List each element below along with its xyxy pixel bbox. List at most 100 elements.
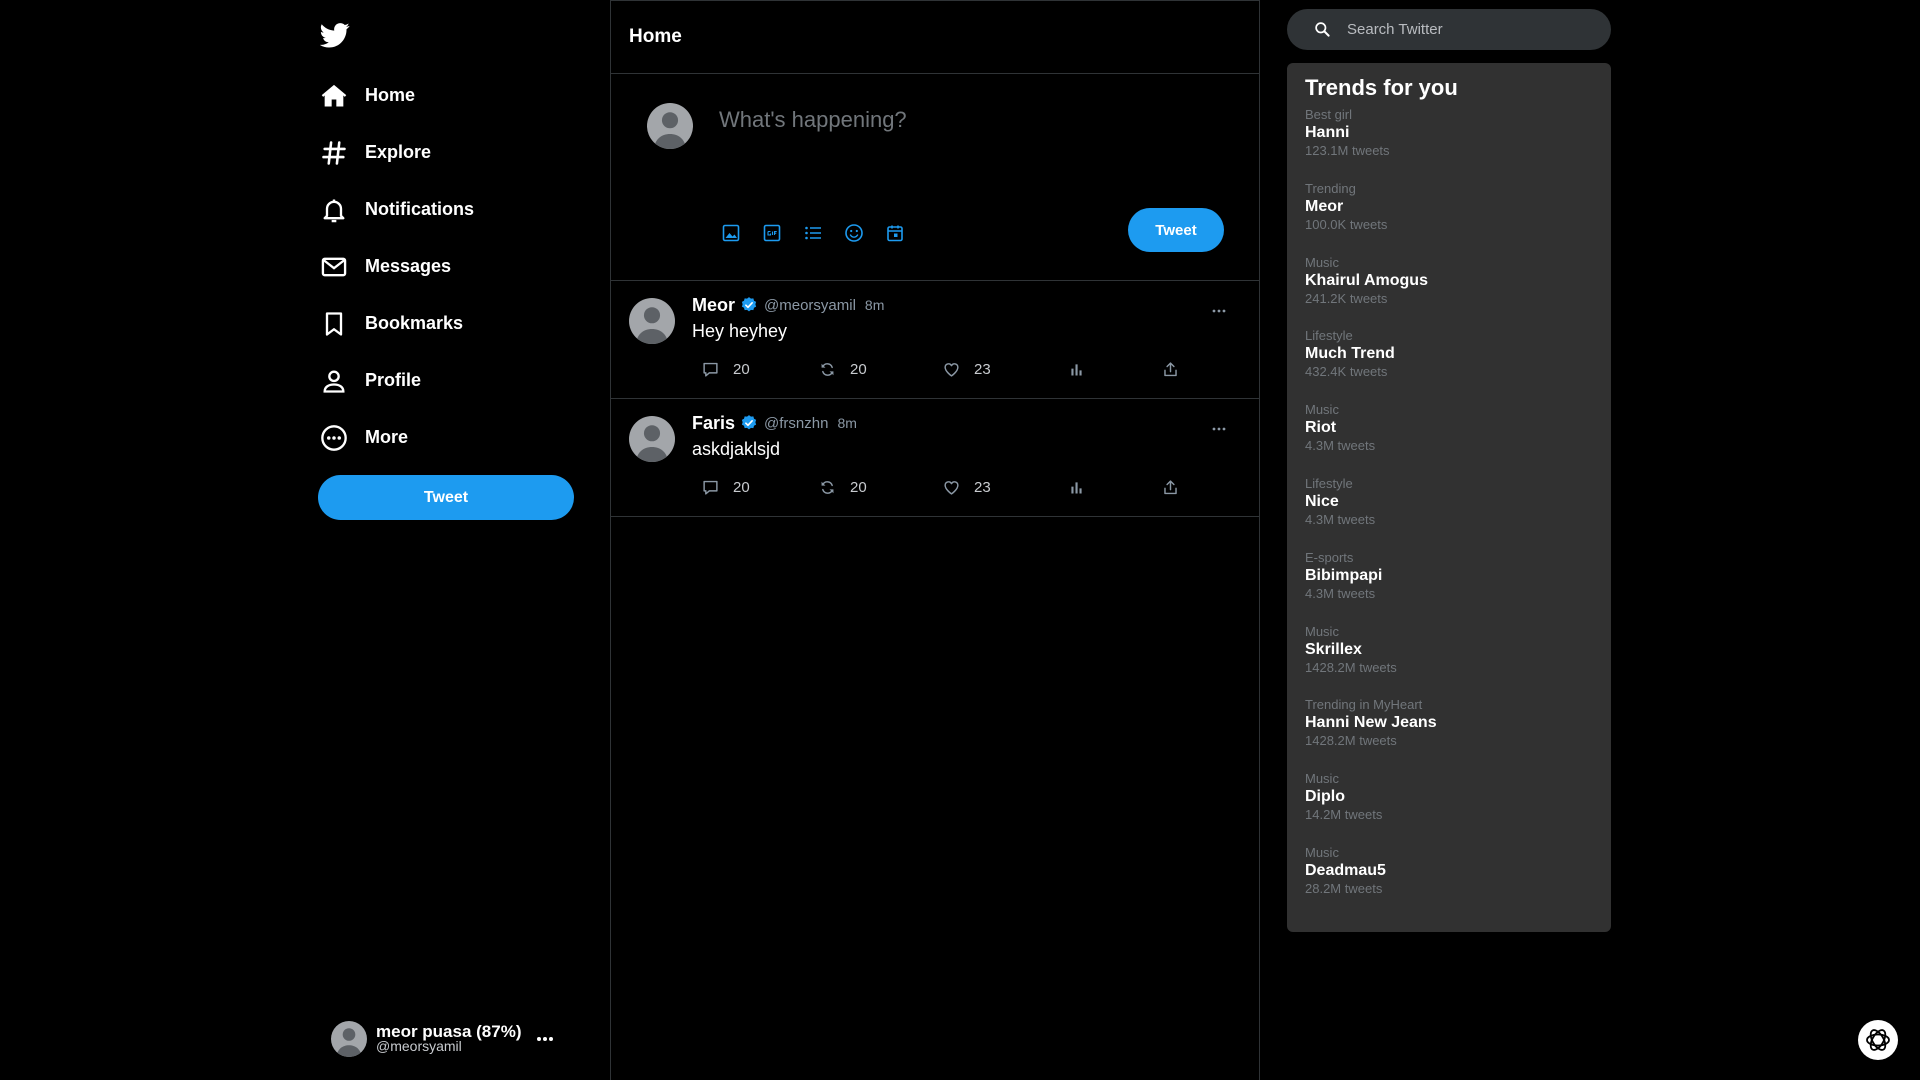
nav-item-profile[interactable]: Profile <box>318 352 576 409</box>
trend-list: Best girl Hanni 123.1M tweets Trending M… <box>1305 107 1595 919</box>
like-count: 23 <box>974 478 991 496</box>
gif-icon[interactable] <box>762 223 782 243</box>
composer-toolbar <box>721 223 905 243</box>
tweet-author-handle[interactable]: @meorsyamil <box>764 297 856 314</box>
trend-item[interactable]: Trending Meor 100.0K tweets <box>1305 181 1595 255</box>
retweet-button[interactable]: 20 <box>819 359 867 379</box>
tweet-author-name[interactable]: Meor <box>692 295 735 316</box>
trend-name: Hanni <box>1305 124 1350 141</box>
person-icon <box>320 367 348 395</box>
trend-count: 432.4K tweets <box>1305 364 1388 380</box>
compose-input[interactable] <box>719 100 1219 140</box>
home-icon <box>320 82 348 110</box>
trend-name: Much Trend <box>1305 345 1395 363</box>
account-switcher[interactable]: meor puasa (87%) @meorsyamil <box>331 1020 571 1058</box>
reply-button[interactable]: 20 <box>702 359 750 379</box>
avatar <box>647 103 693 149</box>
tweet-timestamp[interactable]: 8m <box>865 297 884 313</box>
trend-category: Music <box>1305 254 1339 270</box>
trend-item[interactable]: Music Skrillex 1428.2M tweets <box>1305 624 1595 698</box>
tweet-timestamp[interactable]: 8m <box>837 415 856 431</box>
avatar <box>629 416 675 462</box>
image-icon[interactable] <box>721 223 741 243</box>
sidebar-tweet-button[interactable]: Tweet <box>318 475 574 520</box>
trend-name: Riot <box>1305 419 1337 437</box>
like-button[interactable]: 23 <box>943 477 991 497</box>
reply-count: 20 <box>733 360 750 378</box>
emoji-icon[interactable] <box>844 223 864 243</box>
tweet-author-name[interactable]: Faris <box>692 413 735 434</box>
trend-category: Best girl <box>1305 107 1352 122</box>
poll-icon[interactable] <box>803 223 823 243</box>
nav-item-bookmarks[interactable]: Bookmarks <box>318 295 576 352</box>
trend-item[interactable]: Music Diplo 14.2M tweets <box>1305 771 1595 845</box>
analytics-button[interactable] <box>1068 477 1085 497</box>
share-button[interactable] <box>1162 359 1179 379</box>
account-text: meor puasa (87%) @meorsyamil <box>376 1023 522 1054</box>
trend-item[interactable]: Trending in MyHeart Hanni New Jeans 1428… <box>1305 697 1595 771</box>
analytics-button[interactable] <box>1068 359 1085 379</box>
nav-item-home[interactable]: Home <box>318 67 576 124</box>
trend-category: Trending in MyHeart <box>1305 697 1423 713</box>
retweet-button[interactable]: 20 <box>819 477 867 497</box>
tweet[interactable]: Faris @frsnzhn 8m askdjaklsjd 20 20 23 <box>611 399 1259 517</box>
tweet-more-icon[interactable] <box>1209 421 1229 437</box>
tweet-author-handle[interactable]: @frsnzhn <box>764 415 828 432</box>
search-bar[interactable] <box>1287 9 1611 50</box>
reply-icon <box>703 362 718 377</box>
more-circle-icon <box>320 424 348 452</box>
trend-name: Deadmau5 <box>1305 861 1386 879</box>
main-timeline: Home What's happening? Tweet Meor @meors… <box>610 0 1260 1080</box>
bookmark-icon <box>320 310 348 338</box>
share-button[interactable] <box>1162 477 1179 497</box>
verified-badge-icon <box>740 414 758 432</box>
trend-item[interactable]: Lifestyle Nice 4.3M tweets <box>1305 476 1595 550</box>
envelope-icon <box>320 253 348 281</box>
tweet-text: Hey heyhey <box>692 321 788 341</box>
trend-count: 1428.2M tweets <box>1305 659 1397 675</box>
reply-icon <box>703 480 718 495</box>
tweet-header: Faris @frsnzhn 8m <box>692 412 857 434</box>
search-input[interactable] <box>1347 14 1587 45</box>
nav-item-explore[interactable]: Explore <box>318 124 576 181</box>
trend-name: Skrillex <box>1305 640 1362 658</box>
share-icon <box>1164 361 1177 376</box>
trend-name: Khairul Amogus <box>1305 271 1428 289</box>
nav-label-explore: Explore <box>365 142 432 162</box>
tweet-actions: 20 20 23 <box>692 477 1212 497</box>
like-button[interactable]: 23 <box>943 359 991 379</box>
trend-item[interactable]: Music Deadmau5 28.2M tweets <box>1305 845 1595 919</box>
reply-button[interactable]: 20 <box>702 477 750 497</box>
app: Home Explore Notifications Messages Book… <box>0 0 1920 1080</box>
heart-icon <box>944 480 959 495</box>
trend-name: Nice <box>1305 492 1339 510</box>
trend-count: 14.2M tweets <box>1305 807 1383 823</box>
nav-label-notifications: Notifications <box>365 199 475 219</box>
trends-panel: Trends for you Best girl Hanni 123.1M tw… <box>1287 63 1611 932</box>
trend-count: 241.2K tweets <box>1305 290 1388 306</box>
trend-count: 28.2M tweets <box>1305 880 1383 896</box>
search-icon <box>1314 21 1331 38</box>
tweet-more-icon[interactable] <box>1209 303 1229 319</box>
trend-category: Lifestyle <box>1305 328 1353 344</box>
tweet[interactable]: Meor @meorsyamil 8m Hey heyhey 20 20 23 <box>611 281 1259 399</box>
compose-tweet-button[interactable]: Tweet <box>1128 208 1224 252</box>
nav-item-messages[interactable]: Messages <box>318 238 576 295</box>
trend-item[interactable]: Lifestyle Much Trend 432.4K tweets <box>1305 328 1595 402</box>
account-handle: @meorsyamil <box>376 1038 462 1054</box>
trend-item[interactable]: Music Riot 4.3M tweets <box>1305 402 1595 476</box>
timeline-header: Home <box>611 1 1259 74</box>
trend-category: Trending <box>1305 180 1356 196</box>
nav-item-notifications[interactable]: Notifications <box>318 181 576 238</box>
twitter-bird-icon[interactable] <box>320 20 350 50</box>
trend-item[interactable]: Best girl Hanni 123.1M tweets <box>1305 107 1595 181</box>
trend-category: Music <box>1305 844 1339 860</box>
trend-item[interactable]: E-sports Bibimpapi 4.3M tweets <box>1305 550 1595 624</box>
schedule-icon[interactable] <box>885 223 905 243</box>
nav-item-more[interactable]: More <box>318 409 576 466</box>
trend-item[interactable]: Music Khairul Amogus 241.2K tweets <box>1305 255 1595 329</box>
assistant-launcher-icon[interactable] <box>1858 1020 1898 1060</box>
sidebar: Home Explore Notifications Messages Book… <box>318 0 576 1080</box>
account-more-icon[interactable] <box>535 1029 555 1049</box>
tweet-composer: Tweet <box>611 74 1259 281</box>
